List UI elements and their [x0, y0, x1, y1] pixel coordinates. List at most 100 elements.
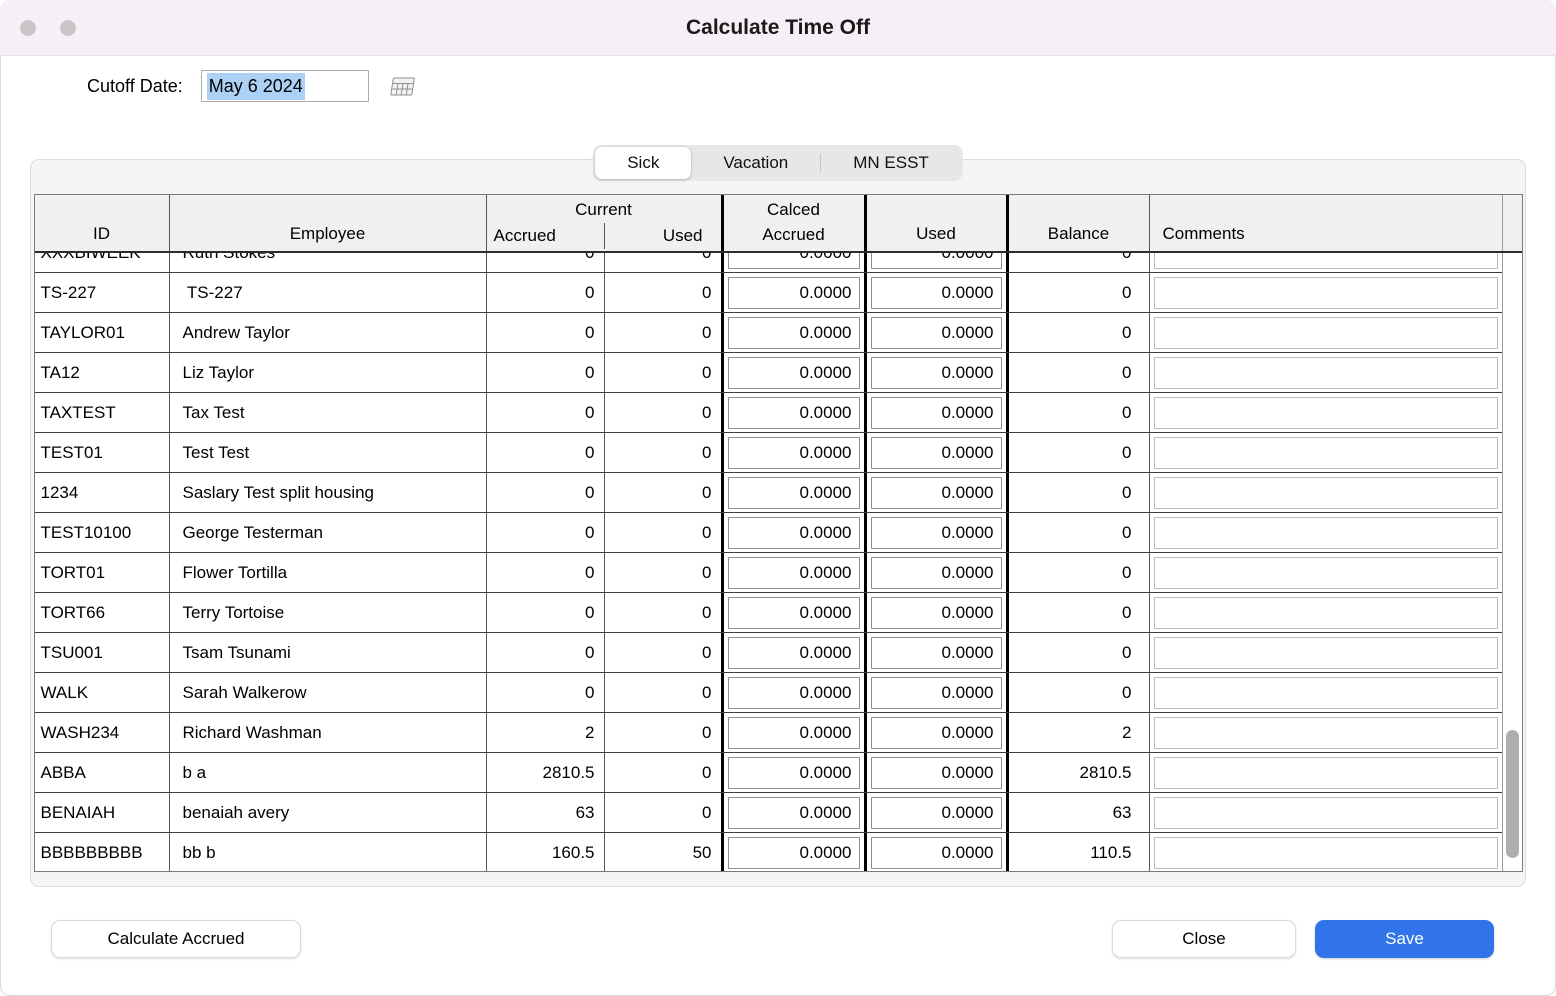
- table-row[interactable]: TEST01 Test Test 0 0 0.0000 0.0000 0: [34, 433, 1502, 473]
- calced-used-field[interactable]: 0.0000: [870, 596, 1002, 629]
- table-row[interactable]: TS-227 TS-227 0 0 0.0000 0.0000 0: [34, 273, 1502, 313]
- calced-used-field[interactable]: 0.0000: [870, 716, 1002, 749]
- table-row[interactable]: TAXTEST Tax Test 0 0 0.0000 0.0000 0: [34, 393, 1502, 433]
- comments-field[interactable]: [1153, 636, 1498, 669]
- calced-accrued-field[interactable]: 0.0000: [727, 356, 860, 389]
- calced-accrued-field[interactable]: 0.0000: [727, 276, 860, 309]
- cell-employee: b a: [168, 753, 486, 792]
- table-row[interactable]: TEST10100 George Testerman 0 0 0.0000 0.…: [34, 513, 1502, 553]
- calced-accrued-field[interactable]: 0.0000: [727, 596, 860, 629]
- calced-accrued-field[interactable]: 0.0000: [727, 836, 860, 869]
- comments-field[interactable]: [1153, 556, 1498, 589]
- cell-calced-used: 0.0000: [863, 433, 1006, 472]
- scrollbar-thumb[interactable]: [1505, 730, 1519, 858]
- tab-vacation[interactable]: Vacation: [691, 147, 820, 179]
- cell-comments: [1148, 793, 1502, 832]
- cell-calced-used: 0.0000: [863, 833, 1006, 871]
- calced-accrued-field[interactable]: 0.0000: [727, 316, 860, 349]
- cell-current-accrued: 0: [485, 393, 604, 432]
- minimize-window-button[interactable]: [60, 19, 76, 36]
- close-button[interactable]: Close: [1112, 920, 1296, 958]
- cell-comments: [1148, 673, 1502, 712]
- calced-used-field[interactable]: 0.0000: [870, 476, 1002, 509]
- comments-field[interactable]: [1153, 836, 1498, 869]
- cell-calced-used: 0.0000: [863, 633, 1006, 672]
- calced-used-field[interactable]: 0.0000: [870, 796, 1002, 829]
- comments-field[interactable]: [1153, 796, 1498, 829]
- calced-used-field[interactable]: 0.0000: [870, 436, 1002, 469]
- table-row[interactable]: 1234 Saslary Test split housing 0 0 0.00…: [34, 473, 1502, 513]
- table-row[interactable]: WALK Sarah Walkerow 0 0 0.0000 0.0000 0: [34, 673, 1502, 713]
- comments-field[interactable]: [1153, 596, 1498, 629]
- calced-accrued-field[interactable]: 0.0000: [727, 796, 860, 829]
- cell-balance: 0: [1005, 633, 1149, 672]
- table-row[interactable]: TORT66 Terry Tortoise 0 0 0.0000 0.0000 …: [34, 593, 1502, 633]
- table-row[interactable]: BENAIAH benaiah avery 63 0 0.0000 0.0000…: [34, 793, 1502, 833]
- cell-current-accrued: 2: [485, 713, 604, 752]
- comments-field[interactable]: [1153, 253, 1498, 269]
- table-row[interactable]: TA12 Liz Taylor 0 0 0.0000 0.0000 0: [34, 353, 1502, 393]
- cell-calced-accrued: 0.0000: [720, 673, 864, 712]
- tab-sick[interactable]: Sick: [595, 147, 692, 179]
- calced-used-field[interactable]: 0.0000: [870, 396, 1002, 429]
- calced-used-field[interactable]: 0.0000: [870, 756, 1002, 789]
- calced-accrued-field[interactable]: 0.0000: [727, 636, 860, 669]
- cell-current-accrued: 0: [485, 273, 604, 312]
- calced-accrued-field[interactable]: 0.0000: [727, 716, 860, 749]
- calced-used-field[interactable]: 0.0000: [870, 636, 1002, 669]
- calced-used-field[interactable]: 0.0000: [870, 316, 1002, 349]
- header-current: Current: [575, 200, 632, 219]
- comments-field[interactable]: [1153, 516, 1498, 549]
- calced-used-field[interactable]: 0.0000: [870, 836, 1002, 869]
- calced-used-field[interactable]: 0.0000: [870, 356, 1002, 389]
- calced-accrued-field[interactable]: 0.0000: [727, 436, 860, 469]
- calced-accrued-field[interactable]: 0.0000: [727, 676, 860, 709]
- calced-accrued-field[interactable]: 0.0000: [727, 396, 860, 429]
- cell-comments: [1148, 713, 1502, 752]
- comments-field[interactable]: [1153, 396, 1498, 429]
- cell-employee: TS-227: [168, 273, 486, 312]
- tab-mn-esst[interactable]: MN ESST: [821, 147, 961, 179]
- save-button[interactable]: Save: [1315, 920, 1494, 958]
- cell-comments: [1148, 273, 1502, 312]
- comments-field[interactable]: [1153, 436, 1498, 469]
- comments-field[interactable]: [1153, 716, 1498, 749]
- calced-used-field[interactable]: 0.0000: [870, 276, 1002, 309]
- cell-balance: 63: [1005, 793, 1149, 832]
- calced-accrued-field[interactable]: 0.0000: [727, 756, 860, 789]
- calculate-accrued-button[interactable]: Calculate Accrued: [51, 920, 301, 958]
- cell-current-used: 0: [603, 713, 721, 752]
- calced-used-field[interactable]: 0.0000: [870, 556, 1002, 589]
- calced-used-field[interactable]: 0.0000: [870, 676, 1002, 709]
- table-row[interactable]: BBBBBBBBB bb b 160.5 50 0.0000 0.0000 11…: [34, 833, 1502, 871]
- comments-field[interactable]: [1153, 476, 1498, 509]
- comments-field[interactable]: [1153, 276, 1498, 309]
- table-row[interactable]: WASH234 Richard Washman 2 0 0.0000 0.000…: [34, 713, 1502, 753]
- cell-calced-accrued: 0.0000: [720, 753, 864, 792]
- comments-field[interactable]: [1153, 356, 1498, 389]
- comments-field[interactable]: [1153, 756, 1498, 789]
- cutoff-date-input[interactable]: May 6 2024: [200, 70, 369, 102]
- header-calced-used: Used: [863, 195, 1006, 251]
- table-row[interactable]: XXXBIWEEK Ruth Stokes 0 0 0.0000 0.0000 …: [34, 253, 1502, 273]
- vertical-scrollbar[interactable]: [1501, 253, 1522, 871]
- cell-employee: Terry Tortoise: [168, 593, 486, 632]
- table-row[interactable]: TORT01 Flower Tortilla 0 0 0.0000 0.0000…: [34, 553, 1502, 593]
- calced-accrued-field[interactable]: 0.0000: [727, 516, 860, 549]
- calendar-icon[interactable]: [389, 77, 417, 96]
- cell-comments: [1148, 593, 1502, 632]
- table-row[interactable]: TSU001 Tsam Tsunami 0 0 0.0000 0.0000 0: [34, 633, 1502, 673]
- cell-calced-accrued: 0.0000: [720, 513, 864, 552]
- calced-used-field[interactable]: 0.0000: [870, 516, 1002, 549]
- table-row[interactable]: TAYLOR01 Andrew Taylor 0 0 0.0000 0.0000…: [34, 313, 1502, 353]
- table-row[interactable]: ABBA b a 2810.5 0 0.0000 0.0000 2810.5: [34, 753, 1502, 793]
- calculate-time-off-window: Calculate Time Off Cutoff Date: May 6 20…: [0, 0, 1556, 996]
- close-window-button[interactable]: [20, 19, 36, 36]
- cell-current-accrued: 0: [485, 313, 604, 352]
- calced-accrued-field[interactable]: 0.0000: [727, 253, 860, 269]
- calced-used-field[interactable]: 0.0000: [870, 253, 1002, 269]
- calced-accrued-field[interactable]: 0.0000: [727, 476, 860, 509]
- comments-field[interactable]: [1153, 676, 1498, 709]
- calced-accrued-field[interactable]: 0.0000: [727, 556, 860, 589]
- comments-field[interactable]: [1153, 316, 1498, 349]
